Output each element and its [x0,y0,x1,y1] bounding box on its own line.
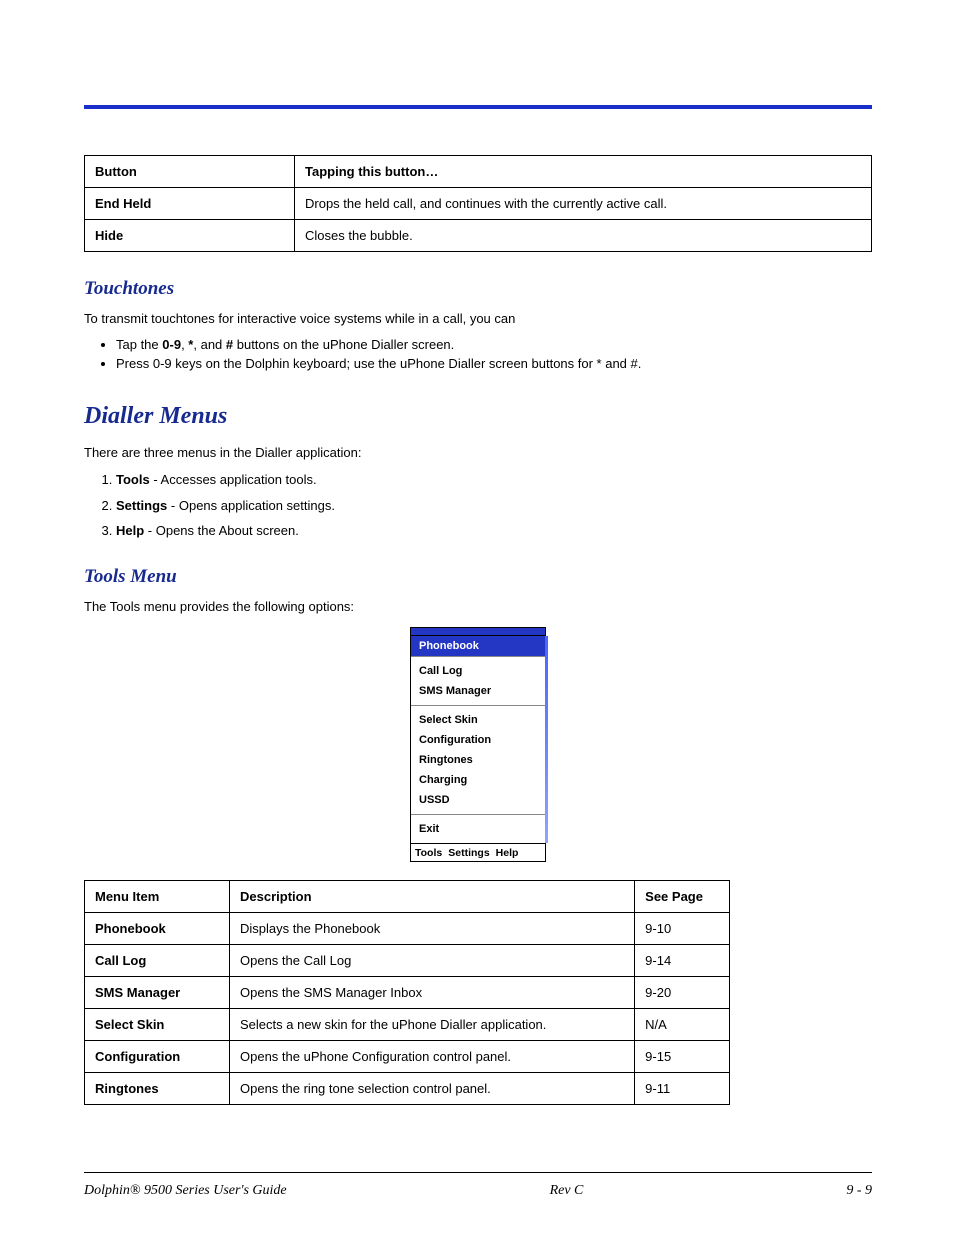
cell: Select Skin [85,1009,230,1041]
cell: Call Log [85,945,230,977]
touchtones-intro: To transmit touchtones for interactive v… [84,310,872,328]
text: - Accesses application tools. [150,472,317,487]
table-row: ConfigurationOpens the uPhone Configurat… [85,1041,730,1073]
col-button: Button [85,156,295,188]
menu-titlebar [411,628,545,636]
table-row: RingtonesOpens the ring tone selection c… [85,1073,730,1105]
cell: Ringtones [85,1073,230,1105]
menu-item[interactable]: Ringtones [411,750,545,770]
table-row: End Held Drops the held call, and contin… [85,188,872,220]
header-rule [84,105,872,109]
heading-dialler-menus: Dialler Menus [84,403,872,430]
table-row: SMS ManagerOpens the SMS Manager Inbox9-… [85,977,730,1009]
text: buttons on the uPhone Dialler screen. [233,337,454,352]
dialler-intro: There are three menus in the Dialler app… [84,444,872,462]
touchtones-list: Tap the 0-9, *, and # buttons on the uPh… [116,336,872,373]
cell-action: Closes the bubble. [295,220,872,252]
cell: SMS Manager [85,977,230,1009]
menu-item[interactable]: SMS Manager [411,681,545,701]
menu-group: Call Log SMS Manager [411,656,545,705]
table-row: Select SkinSelects a new skin for the uP… [85,1009,730,1041]
cell-button: End Held [85,188,295,220]
col-menu-item: Menu Item [85,881,230,913]
cell: Opens the Call Log [230,945,635,977]
text: - Opens application settings. [167,498,335,513]
list-item: Tools - Accesses application tools. [116,471,872,489]
col-description: Description [230,881,635,913]
scrollbar-decoration [545,636,548,843]
cell: Displays the Phonebook [230,913,635,945]
col-see-page: See Page [635,881,730,913]
cell: Opens the uPhone Configuration control p… [230,1041,635,1073]
cell: 9-11 [635,1073,730,1105]
cell-action: Drops the held call, and continues with … [295,188,872,220]
list-item: Tap the 0-9, *, and # buttons on the uPh… [116,336,872,354]
footer-center: Rev C [550,1183,584,1199]
page-footer: Dolphin® 9500 Series User's Guide Rev C … [84,1183,872,1199]
list-item: Settings - Opens application settings. [116,497,872,515]
text: Tap the [116,337,162,352]
menu-item[interactable]: Exit [411,819,545,839]
text: - Opens the About screen. [144,523,299,538]
cell: 9-14 [635,945,730,977]
menu-item[interactable]: Call Log [411,661,545,681]
menubar-tools[interactable]: Tools [413,847,444,859]
menu-item[interactable]: Configuration [411,730,545,750]
cell: N/A [635,1009,730,1041]
bold-text: Help [116,523,144,538]
cell: Phonebook [85,913,230,945]
footer-rule [84,1172,872,1173]
menubar-help[interactable]: Help [494,847,521,859]
menu-item[interactable]: Charging [411,770,545,790]
table-header-row: Menu Item Description See Page [85,881,730,913]
menu-group: Exit [411,814,545,843]
menu-bottom-bar: Tools Settings Help [411,843,545,861]
tools-intro: The Tools menu provides the following op… [84,598,872,616]
cell: Opens the SMS Manager Inbox [230,977,635,1009]
cell: Configuration [85,1041,230,1073]
table-row: Hide Closes the bubble. [85,220,872,252]
text: , and [193,337,226,352]
footer-left: Dolphin® 9500 Series User's Guide [84,1183,287,1199]
table-row: PhonebookDisplays the Phonebook9-10 [85,913,730,945]
page-content: Button Tapping this button… End Held Dro… [84,155,872,1105]
cell: 9-20 [635,977,730,1009]
footer-right: 9 - 9 [846,1183,872,1199]
menu-item[interactable]: USSD [411,790,545,810]
cell: Opens the ring tone selection control pa… [230,1073,635,1105]
heading-touchtones: Touchtones [84,278,872,300]
menu-item-selected[interactable]: Phonebook [411,636,545,656]
cell: 9-15 [635,1041,730,1073]
bold-text: 0-9 [162,337,181,352]
table-row: Call LogOpens the Call Log9-14 [85,945,730,977]
heading-tools-menu: Tools Menu [84,566,872,588]
bold-text: Settings [116,498,167,513]
tools-menu-screenshot: Phonebook Call Log SMS Manager Select Sk… [410,627,546,862]
dialler-menu-list: Tools - Accesses application tools. Sett… [116,471,872,540]
list-item: Help - Opens the About screen. [116,522,872,540]
cell: Selects a new skin for the uPhone Dialle… [230,1009,635,1041]
button-action-table: Button Tapping this button… End Held Dro… [84,155,872,252]
menu-item[interactable]: Select Skin [411,710,545,730]
cell-button: Hide [85,220,295,252]
menubar-settings[interactable]: Settings [446,847,491,859]
menu-group: Select Skin Configuration Ringtones Char… [411,705,545,814]
col-action: Tapping this button… [295,156,872,188]
bold-text: Tools [116,472,150,487]
cell: 9-10 [635,913,730,945]
list-item: Press 0-9 keys on the Dolphin keyboard; … [116,355,872,373]
table-header-row: Button Tapping this button… [85,156,872,188]
tools-menu-table: Menu Item Description See Page Phonebook… [84,880,730,1105]
